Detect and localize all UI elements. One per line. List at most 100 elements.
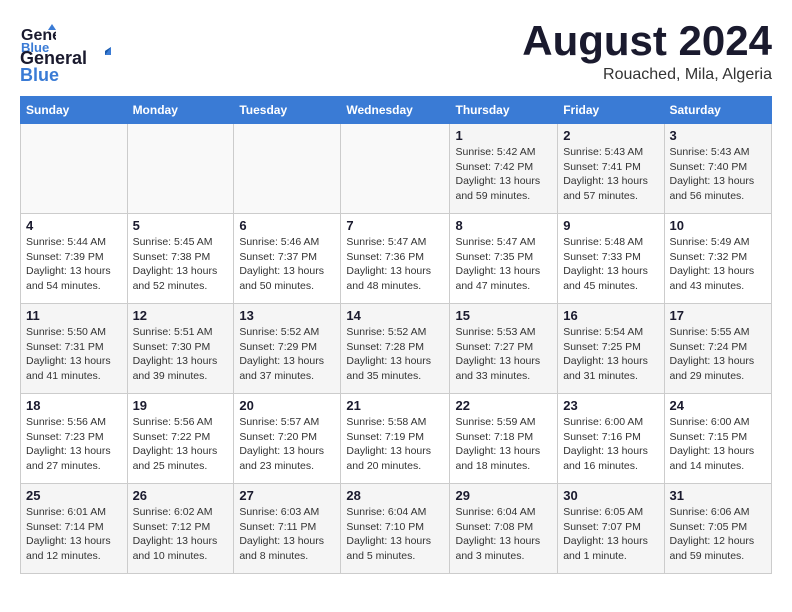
day-number: 1 <box>455 128 552 143</box>
calendar-cell: 17Sunrise: 5:55 AMSunset: 7:24 PMDayligh… <box>664 304 772 394</box>
calendar-cell: 26 Sunrise: 6:02 AMSunset: 7:12 PMDayligh… <box>127 484 234 574</box>
logo: General Blue General Blue <box>20 20 111 86</box>
page-header: General Blue General Blue August 2024 Ro… <box>20 20 772 86</box>
title-block: August 2024 Rouached, Mila, Algeria <box>522 20 772 84</box>
weekday-header-thursday: Thursday <box>450 97 558 124</box>
day-info: Sunrise: 6:00 AMSunset: 7:15 PMDaylight:… <box>670 415 767 474</box>
weekday-header-tuesday: Tuesday <box>234 97 341 124</box>
calendar-cell: 4Sunrise: 5:44 AMSunset: 7:39 PMDaylight… <box>21 214 128 304</box>
calendar-cell: 13 Sunrise: 5:52 AMSunset: 7:29 PMDayligh… <box>234 304 341 394</box>
day-number: 7 <box>346 218 444 233</box>
week-row-3: 11 Sunrise: 5:50 AMSunset: 7:31 PMDayligh… <box>21 304 772 394</box>
calendar-cell: 31 Sunrise: 6:06 AMSunset: 7:05 PMDayligh… <box>664 484 772 574</box>
calendar-cell <box>234 124 341 214</box>
day-number: 20 <box>239 398 335 413</box>
day-number: 22 <box>455 398 552 413</box>
calendar-cell <box>341 124 450 214</box>
day-info: Sunrise: 5:49 AMSunset: 7:32 PMDaylight:… <box>670 235 767 294</box>
day-info: Sunrise: 6:04 AMSunset: 7:08 PMDaylight:… <box>455 505 552 564</box>
day-number: 6 <box>239 218 335 233</box>
day-info: Sunrise: 5:47 AMSunset: 7:35 PMDaylight:… <box>455 235 552 294</box>
day-info: Sunrise: 6:06 AMSunset: 7:05 PMDaylight:… <box>670 505 767 564</box>
day-number: 3 <box>670 128 767 143</box>
day-number: 11 <box>26 308 122 323</box>
calendar-cell: 28 Sunrise: 6:04 AMSunset: 7:10 PMDayligh… <box>341 484 450 574</box>
day-number: 15 <box>455 308 552 323</box>
calendar-cell: 11 Sunrise: 5:50 AMSunset: 7:31 PMDayligh… <box>21 304 128 394</box>
day-number: 25 <box>26 488 122 503</box>
day-number: 26 <box>133 488 229 503</box>
calendar-cell: 12 Sunrise: 5:51 AMSunset: 7:30 PMDayligh… <box>127 304 234 394</box>
day-number: 8 <box>455 218 552 233</box>
calendar-cell: 14 Sunrise: 5:52 AMSunset: 7:28 PMDayligh… <box>341 304 450 394</box>
day-info: Sunrise: 5:52 AMSunset: 7:29 PMDaylight:… <box>239 325 335 384</box>
weekday-header-saturday: Saturday <box>664 97 772 124</box>
day-number: 24 <box>670 398 767 413</box>
day-info: Sunrise: 5:48 AMSunset: 7:33 PMDaylight:… <box>563 235 658 294</box>
day-info: Sunrise: 6:05 AMSunset: 7:07 PMDaylight:… <box>563 505 658 564</box>
calendar-cell: 1 Sunrise: 5:42 AMSunset: 7:42 PMDaylight… <box>450 124 558 214</box>
logo-blue: Blue <box>20 65 59 86</box>
week-row-5: 25 Sunrise: 6:01 AMSunset: 7:14 PMDayligh… <box>21 484 772 574</box>
day-number: 12 <box>133 308 229 323</box>
location: Rouached, Mila, Algeria <box>522 66 772 84</box>
day-info: Sunrise: 5:50 AMSunset: 7:31 PMDaylight:… <box>26 325 122 384</box>
day-number: 30 <box>563 488 658 503</box>
day-number: 18 <box>26 398 122 413</box>
calendar-cell <box>127 124 234 214</box>
calendar-cell: 7 Sunrise: 5:47 AMSunset: 7:36 PMDaylight… <box>341 214 450 304</box>
calendar-cell: 19Sunrise: 5:56 AMSunset: 7:22 PMDayligh… <box>127 394 234 484</box>
day-info: Sunrise: 5:43 AMSunset: 7:41 PMDaylight:… <box>563 145 658 204</box>
calendar-cell: 15 Sunrise: 5:53 AMSunset: 7:27 PMDayligh… <box>450 304 558 394</box>
calendar-cell: 24 Sunrise: 6:00 AMSunset: 7:15 PMDayligh… <box>664 394 772 484</box>
day-info: Sunrise: 5:42 AMSunset: 7:42 PMDaylight:… <box>455 145 552 204</box>
calendar-cell: 29Sunrise: 6:04 AMSunset: 7:08 PMDayligh… <box>450 484 558 574</box>
day-info: Sunrise: 5:54 AMSunset: 7:25 PMDaylight:… <box>563 325 658 384</box>
day-number: 16 <box>563 308 658 323</box>
day-number: 13 <box>239 308 335 323</box>
day-info: Sunrise: 6:01 AMSunset: 7:14 PMDaylight:… <box>26 505 122 564</box>
day-info: Sunrise: 5:44 AMSunset: 7:39 PMDaylight:… <box>26 235 122 294</box>
day-info: Sunrise: 5:43 AMSunset: 7:40 PMDaylight:… <box>670 145 767 204</box>
day-info: Sunrise: 6:02 AMSunset: 7:12 PMDaylight:… <box>133 505 229 564</box>
day-info: Sunrise: 6:04 AMSunset: 7:10 PMDaylight:… <box>346 505 444 564</box>
day-number: 28 <box>346 488 444 503</box>
calendar-cell: 22 Sunrise: 5:59 AMSunset: 7:18 PMDayligh… <box>450 394 558 484</box>
calendar-cell: 20Sunrise: 5:57 AMSunset: 7:20 PMDayligh… <box>234 394 341 484</box>
day-number: 31 <box>670 488 767 503</box>
day-info: Sunrise: 5:58 AMSunset: 7:19 PMDaylight:… <box>346 415 444 474</box>
day-number: 17 <box>670 308 767 323</box>
calendar-table: SundayMondayTuesdayWednesdayThursdayFrid… <box>20 96 772 574</box>
day-info: Sunrise: 5:51 AMSunset: 7:30 PMDaylight:… <box>133 325 229 384</box>
calendar-cell: 16 Sunrise: 5:54 AMSunset: 7:25 PMDayligh… <box>558 304 664 394</box>
day-info: Sunrise: 5:59 AMSunset: 7:18 PMDaylight:… <box>455 415 552 474</box>
week-row-2: 4Sunrise: 5:44 AMSunset: 7:39 PMDaylight… <box>21 214 772 304</box>
day-number: 14 <box>346 308 444 323</box>
day-number: 2 <box>563 128 658 143</box>
calendar-cell: 9Sunrise: 5:48 AMSunset: 7:33 PMDaylight… <box>558 214 664 304</box>
day-info: Sunrise: 6:00 AMSunset: 7:16 PMDaylight:… <box>563 415 658 474</box>
calendar-cell: 21Sunrise: 5:58 AMSunset: 7:19 PMDayligh… <box>341 394 450 484</box>
day-info: Sunrise: 5:52 AMSunset: 7:28 PMDaylight:… <box>346 325 444 384</box>
day-info: Sunrise: 5:53 AMSunset: 7:27 PMDaylight:… <box>455 325 552 384</box>
day-number: 10 <box>670 218 767 233</box>
calendar-cell: 3 Sunrise: 5:43 AMSunset: 7:40 PMDaylight… <box>664 124 772 214</box>
day-info: Sunrise: 5:45 AMSunset: 7:38 PMDaylight:… <box>133 235 229 294</box>
weekday-header-row: SundayMondayTuesdayWednesdayThursdayFrid… <box>21 97 772 124</box>
calendar-cell: 6 Sunrise: 5:46 AMSunset: 7:37 PMDaylight… <box>234 214 341 304</box>
weekday-header-friday: Friday <box>558 97 664 124</box>
calendar-cell: 8 Sunrise: 5:47 AMSunset: 7:35 PMDaylight… <box>450 214 558 304</box>
calendar-cell: 25 Sunrise: 6:01 AMSunset: 7:14 PMDayligh… <box>21 484 128 574</box>
day-info: Sunrise: 5:56 AMSunset: 7:22 PMDaylight:… <box>133 415 229 474</box>
day-info: Sunrise: 5:47 AMSunset: 7:36 PMDaylight:… <box>346 235 444 294</box>
weekday-header-sunday: Sunday <box>21 97 128 124</box>
week-row-1: 1 Sunrise: 5:42 AMSunset: 7:42 PMDaylight… <box>21 124 772 214</box>
day-info: Sunrise: 5:46 AMSunset: 7:37 PMDaylight:… <box>239 235 335 294</box>
calendar-cell: 27Sunrise: 6:03 AMSunset: 7:11 PMDayligh… <box>234 484 341 574</box>
calendar-cell: 2 Sunrise: 5:43 AMSunset: 7:41 PMDaylight… <box>558 124 664 214</box>
day-number: 27 <box>239 488 335 503</box>
calendar-cell: 10 Sunrise: 5:49 AMSunset: 7:32 PMDayligh… <box>664 214 772 304</box>
weekday-header-monday: Monday <box>127 97 234 124</box>
logo-bird-icon <box>89 47 111 69</box>
calendar-cell: 18Sunrise: 5:56 AMSunset: 7:23 PMDayligh… <box>21 394 128 484</box>
